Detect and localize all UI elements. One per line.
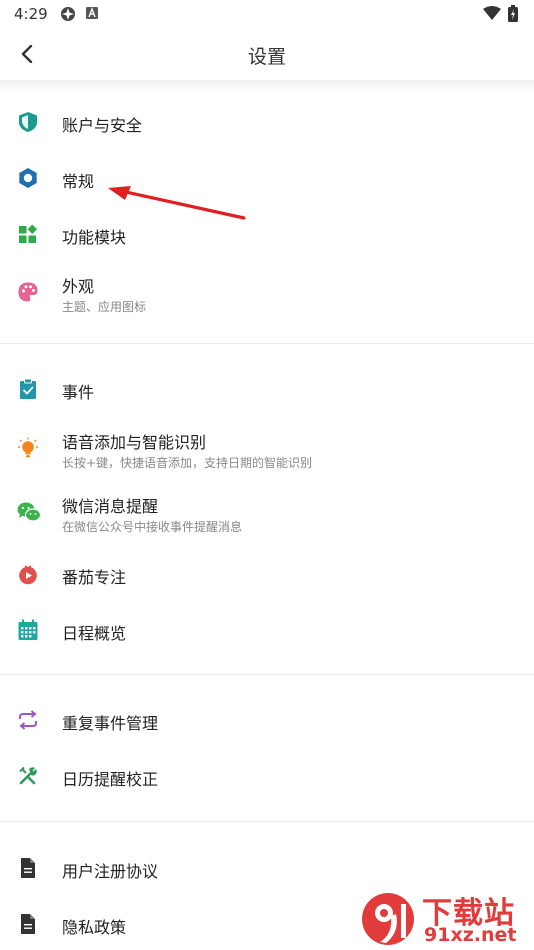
settings-item-label: 语音添加与智能识别: [62, 433, 207, 452]
section-divider: [0, 343, 534, 344]
settings-item-subtitle: 在微信公众号中接收事件提醒消息: [62, 520, 243, 534]
watermark-logo-icon: [362, 893, 414, 945]
watermark-domain: 91xz.net: [424, 924, 517, 946]
settings-item-modules[interactable]: 功能模块: [0, 212, 534, 256]
page-title: 设置: [247, 46, 286, 68]
settings-item-label: 用户注册协议: [62, 862, 159, 881]
lightbulb-icon: [17, 437, 39, 459]
settings-item-label: 隐私政策: [62, 918, 127, 937]
settings-item-recurring-events[interactable]: 重复事件管理: [0, 698, 534, 742]
settings-item-label: 外观: [62, 277, 95, 296]
tomato-timer-icon: [17, 563, 39, 585]
a-notification-icon: [86, 7, 98, 19]
calendar-icon: [17, 619, 39, 641]
settings-item-account-security[interactable]: 账户与安全: [0, 100, 534, 144]
tools-icon: [17, 765, 39, 787]
clipboard-check-icon: [17, 378, 39, 400]
settings-item-label: 日程概览: [62, 624, 127, 643]
wechat-icon: [17, 501, 41, 523]
repeat-icon: [17, 709, 39, 731]
settings-item-wechat-reminder[interactable]: 微信消息提醒 在微信公众号中接收事件提醒消息: [0, 484, 534, 544]
document-icon: [17, 913, 39, 935]
settings-item-voice-recognition[interactable]: 语音添加与智能识别 长按+键，快捷语音添加，支持日期的智能识别: [0, 420, 534, 480]
settings-item-schedule-overview[interactable]: 日程概览: [0, 608, 534, 652]
settings-item-label: 事件: [62, 383, 95, 402]
status-time: 4:29: [14, 5, 48, 23]
gear-icon: [17, 167, 39, 189]
settings-item-appearance[interactable]: 外观 主题、应用图标: [0, 264, 534, 324]
annotation-arrow: [108, 186, 246, 220]
settings-item-calendar-calibration[interactable]: 日历提醒校正: [0, 754, 534, 798]
app-header: 设置: [0, 28, 534, 80]
battery-icon: [508, 5, 518, 22]
header-shadow: [0, 80, 534, 94]
document-icon: [17, 857, 39, 879]
widgets-icon: [17, 223, 39, 245]
app-notification-icon: [61, 7, 75, 21]
wifi-icon: [483, 6, 501, 20]
settings-item-general[interactable]: 常规: [0, 156, 534, 200]
settings-item-label: 番茄专注: [62, 568, 127, 587]
settings-item-label: 账户与安全: [62, 116, 143, 135]
settings-item-pomodoro[interactable]: 番茄专注: [0, 552, 534, 596]
settings-item-label: 微信消息提醒: [62, 497, 159, 516]
settings-item-label: 日历提醒校正: [62, 770, 159, 789]
status-bar: 4:29: [0, 0, 534, 28]
settings-item-subtitle: 主题、应用图标: [62, 300, 147, 314]
palette-icon: [17, 281, 39, 303]
settings-item-user-agreement[interactable]: 用户注册协议: [0, 846, 534, 890]
shield-icon: [17, 111, 39, 133]
settings-item-subtitle: 长按+键，快捷语音添加，支持日期的智能识别: [62, 456, 313, 470]
settings-item-label: 功能模块: [62, 228, 127, 247]
section-divider: [0, 821, 534, 822]
site-watermark: 下载站 91xz.net: [360, 886, 534, 950]
settings-item-label: 常规: [62, 172, 95, 191]
section-divider: [0, 674, 534, 675]
settings-item-events[interactable]: 事件: [0, 367, 534, 411]
settings-item-label: 重复事件管理: [62, 714, 159, 733]
